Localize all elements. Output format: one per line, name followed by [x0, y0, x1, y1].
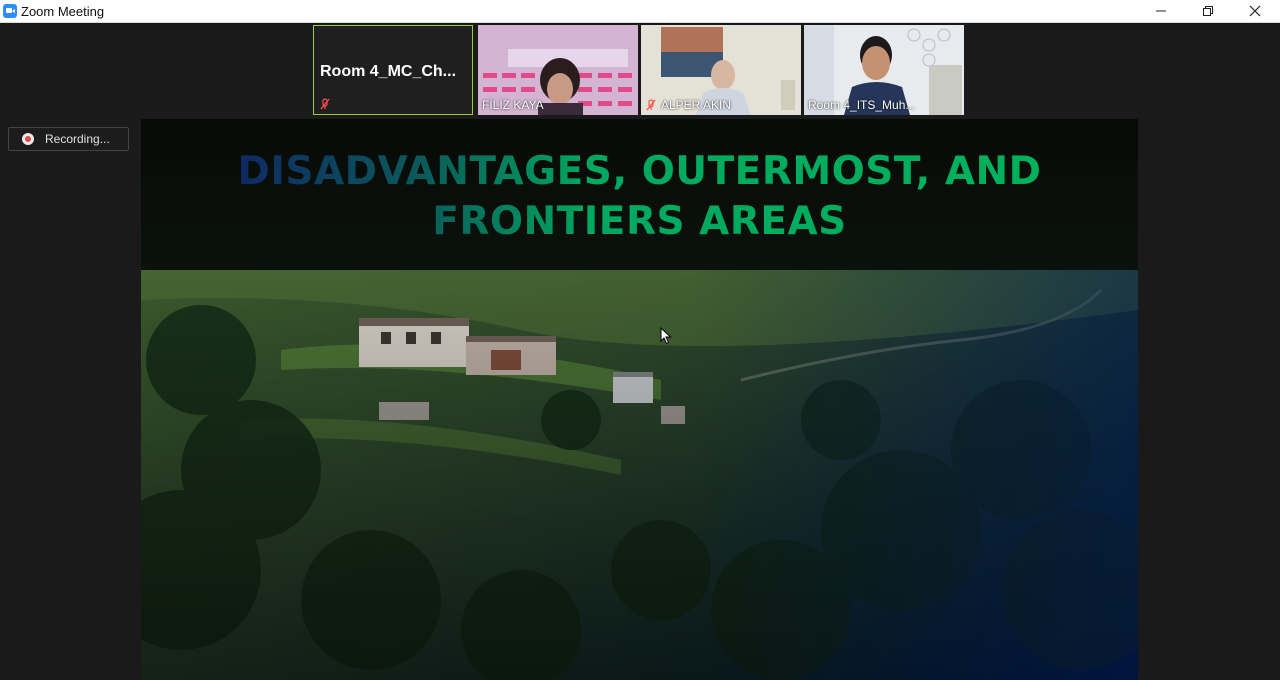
participant-tile-room4-mc[interactable]: Room 4_MC_Ch...	[313, 25, 473, 115]
slide-header: DISADVANTAGES, OUTERMOST, AND FRONTIERS …	[141, 119, 1138, 270]
close-button[interactable]	[1232, 0, 1278, 22]
restore-button[interactable]	[1185, 0, 1231, 22]
close-icon	[1249, 5, 1261, 17]
shared-screen[interactable]: DISADVANTAGES, OUTERMOST, AND FRONTIERS …	[141, 119, 1138, 680]
mouse-cursor-icon	[660, 327, 672, 345]
participant-status	[319, 98, 331, 110]
minimize-button[interactable]	[1138, 0, 1184, 22]
mountain-village-photo	[141, 270, 1138, 680]
slide-title: DISADVANTAGES, OUTERMOST, AND FRONTIERS …	[141, 147, 1138, 247]
participant-tile-filiz-kaya[interactable]: FİLİZ KAYA	[478, 25, 638, 115]
zoom-app-icon	[3, 4, 17, 18]
mic-muted-icon	[320, 98, 330, 110]
recording-indicator[interactable]: Recording...	[8, 127, 129, 151]
participant-name: Room 4_MC_Ch...	[320, 63, 457, 80]
participant-status: ALPER AKIN	[645, 98, 731, 112]
recording-label: Recording...	[45, 132, 110, 146]
participant-tile-room4-its[interactable]: Room 4_ITS_Muh...	[804, 25, 964, 115]
window-title: Zoom Meeting	[21, 4, 105, 19]
record-icon	[22, 133, 34, 145]
slide-title-line2: FRONTIERS AREAS	[432, 199, 847, 244]
mic-muted-icon	[646, 99, 656, 111]
participant-name: FİLİZ KAYA	[482, 98, 544, 112]
slide-title-line1: DISADVANTAGES, OUTERMOST, AND	[237, 149, 1042, 194]
participant-name: ALPER AKIN	[661, 98, 732, 112]
minimize-icon	[1156, 10, 1166, 12]
participant-name: Room 4_ITS_Muh...	[808, 98, 916, 112]
title-bar: Zoom Meeting	[0, 0, 1280, 23]
participant-tile-alper-akin[interactable]: ALPER AKIN	[641, 25, 801, 115]
restore-icon	[1203, 6, 1213, 16]
